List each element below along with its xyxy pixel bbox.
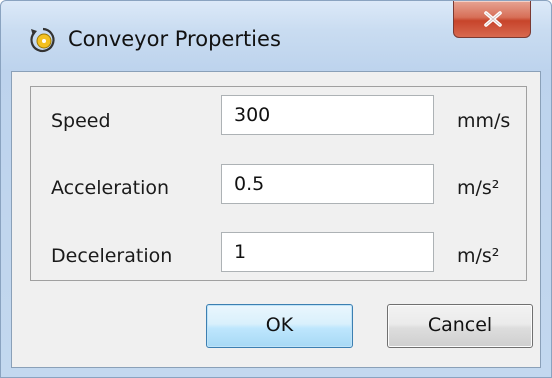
window-title: Conveyor Properties — [68, 27, 281, 51]
speed-input[interactable] — [221, 95, 434, 135]
speed-label: Speed — [51, 110, 111, 132]
deceleration-input[interactable] — [221, 232, 434, 272]
speed-unit: mm/s — [457, 110, 511, 132]
deceleration-unit: m/s² — [457, 245, 500, 267]
deceleration-label: Deceleration — [51, 245, 173, 267]
title-bar[interactable]: Conveyor Properties — [1, 1, 551, 71]
acceleration-label: Acceleration — [51, 177, 170, 199]
conveyor-dial-icon — [28, 25, 58, 55]
dialog-window: Conveyor Properties Speed mm/s Accelerat… — [0, 0, 552, 378]
close-icon — [484, 11, 502, 27]
ok-button[interactable]: OK — [206, 304, 353, 348]
cancel-button[interactable]: Cancel — [387, 304, 533, 348]
close-button[interactable] — [453, 1, 531, 38]
acceleration-input[interactable] — [221, 164, 434, 204]
acceleration-unit: m/s² — [457, 177, 500, 199]
